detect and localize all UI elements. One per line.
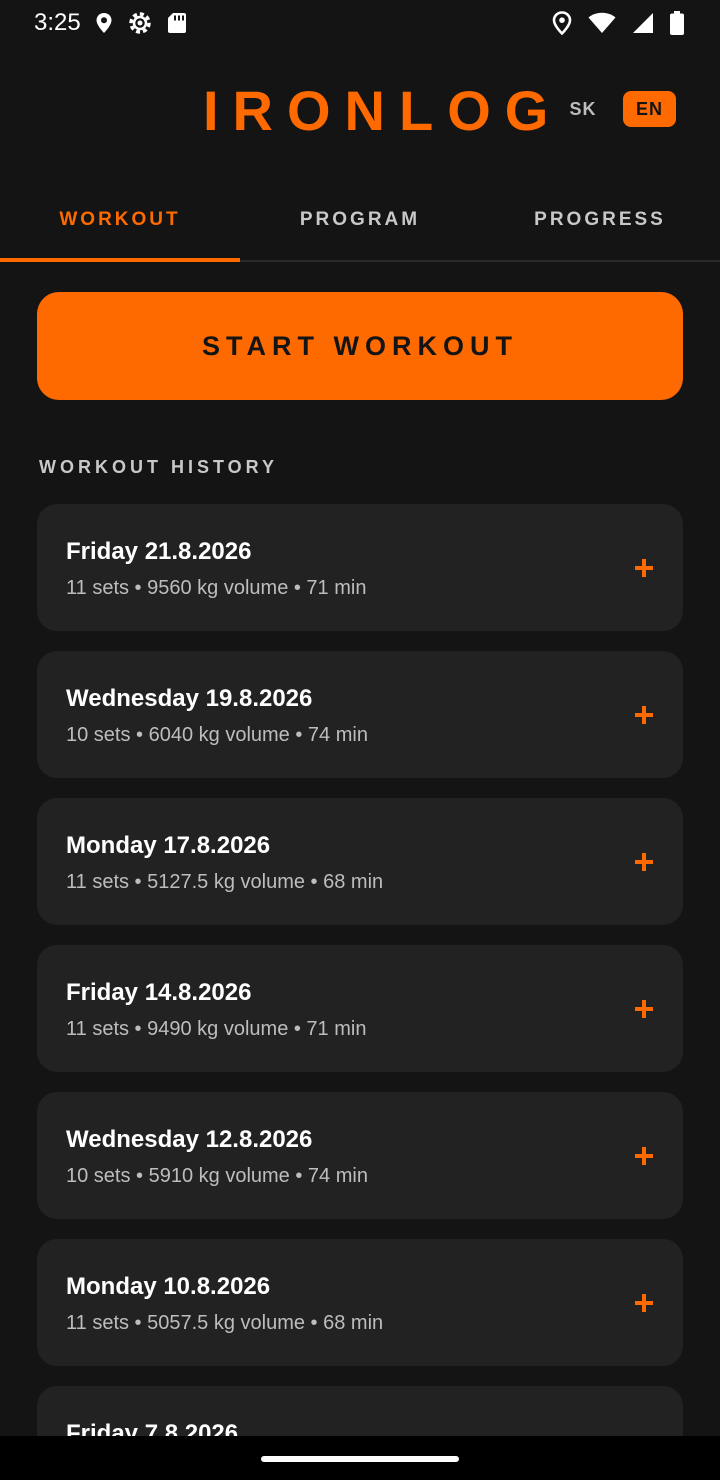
location-icon <box>95 12 113 34</box>
tab-progress[interactable]: PROGRESS <box>480 180 720 260</box>
tab-bar: WORKOUT PROGRAM PROGRESS <box>0 180 720 262</box>
history-item-summary: 11 sets • 5127.5 kg volume • 68 min <box>66 871 384 893</box>
settings-icon <box>127 10 153 36</box>
language-sk-button[interactable]: SK <box>560 91 606 127</box>
history-item[interactable]: Friday 21.8.2026 11 sets • 9560 kg volum… <box>37 504 683 631</box>
wifi-icon <box>588 12 616 34</box>
expand-plus-icon[interactable] <box>635 559 653 577</box>
history-item-date: Wednesday 19.8.2026 <box>66 685 313 712</box>
history-item-summary: 11 sets • 9490 kg volume • 71 min <box>66 1018 367 1040</box>
home-indicator[interactable] <box>261 1456 459 1462</box>
history-item-summary: 11 sets • 9560 kg volume • 71 min <box>66 577 367 599</box>
history-item-summary: 11 sets • 5057.5 kg volume • 68 min <box>66 1312 384 1334</box>
status-bar: 3:25 <box>0 0 720 46</box>
signal-icon <box>632 12 654 34</box>
history-item-summary: 10 sets • 5910 kg volume • 74 min <box>66 1165 368 1187</box>
history-item-date: Monday 17.8.2026 <box>66 832 271 859</box>
tab-program[interactable]: PROGRAM <box>240 180 480 260</box>
history-item[interactable]: Friday 14.8.2026 11 sets • 9490 kg volum… <box>37 945 683 1072</box>
language-en-button[interactable]: EN <box>623 91 676 127</box>
workout-history-list: Friday 21.8.2026 11 sets • 9560 kg volum… <box>37 504 683 1480</box>
history-item[interactable]: Wednesday 12.8.2026 10 sets • 5910 kg vo… <box>37 1092 683 1219</box>
location-icon <box>552 11 572 35</box>
history-item-date: Wednesday 12.8.2026 <box>66 1126 313 1153</box>
sd-card-icon <box>167 12 187 34</box>
status-right <box>552 11 684 35</box>
expand-plus-icon[interactable] <box>635 706 653 724</box>
workout-history-title: WORKOUT HISTORY <box>39 457 278 477</box>
history-item-date: Monday 10.8.2026 <box>66 1273 271 1300</box>
history-item-date: Friday 14.8.2026 <box>66 979 252 1006</box>
app-header: IRONLOG SK EN <box>0 60 720 160</box>
app-title: IRONLOG <box>203 79 563 142</box>
history-item-date: Friday 21.8.2026 <box>66 538 252 565</box>
tab-workout[interactable]: WORKOUT <box>0 180 240 262</box>
expand-plus-icon[interactable] <box>635 853 653 871</box>
status-time: 3:25 <box>34 9 81 36</box>
expand-plus-icon[interactable] <box>635 1294 653 1312</box>
history-item-summary: 10 sets • 6040 kg volume • 74 min <box>66 724 368 746</box>
status-left: 3:25 <box>34 9 187 37</box>
history-item[interactable]: Wednesday 19.8.2026 10 sets • 6040 kg vo… <box>37 651 683 778</box>
battery-icon <box>670 11 684 35</box>
expand-plus-icon[interactable] <box>635 1000 653 1018</box>
system-nav-bar <box>0 1436 720 1480</box>
history-item[interactable]: Monday 10.8.2026 11 sets • 5057.5 kg vol… <box>37 1239 683 1366</box>
expand-plus-icon[interactable] <box>635 1147 653 1165</box>
start-workout-button[interactable]: START WORKOUT <box>37 292 683 400</box>
history-item[interactable]: Monday 17.8.2026 11 sets • 5127.5 kg vol… <box>37 798 683 925</box>
